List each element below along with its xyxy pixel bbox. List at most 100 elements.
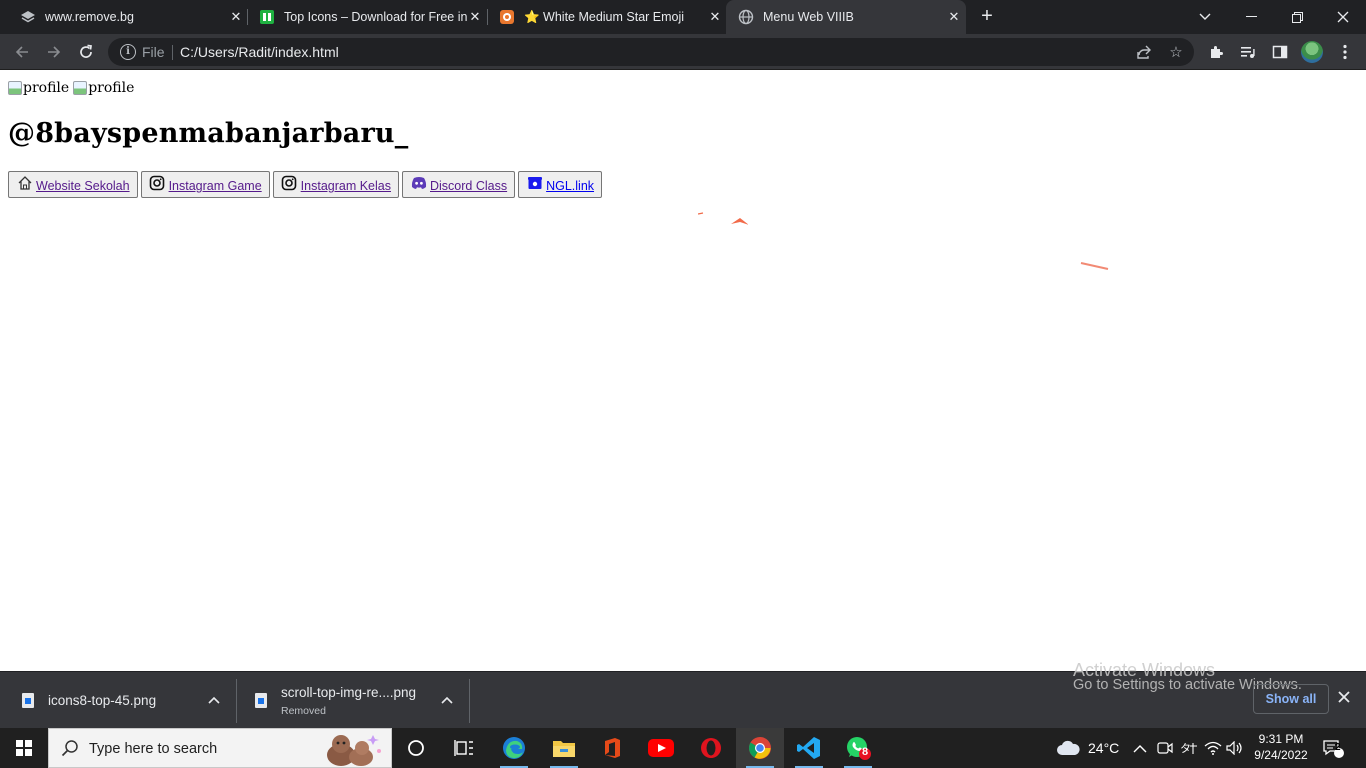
bookmark-star-icon[interactable]: ☆: [1167, 43, 1185, 61]
task-view-icon[interactable]: [440, 728, 488, 768]
office-icon[interactable]: [588, 728, 636, 768]
instagram-game-button[interactable]: Instagram Game: [140, 171, 270, 198]
tab-icons8[interactable]: Top Icons – Download for Free in ✕: [247, 0, 487, 34]
close-shelf-icon[interactable]: [1338, 688, 1350, 708]
download-item[interactable]: scroll-top-img-re....png Removed: [255, 672, 469, 729]
side-panel-icon[interactable]: [1269, 41, 1291, 63]
broken-image-icon: [8, 81, 22, 95]
windows-taskbar: Type here to search 8 24°C タ 9:31 PM 9/2…: [0, 728, 1366, 768]
cloud-icon: [1057, 740, 1080, 755]
site-info-icon[interactable]: i: [120, 44, 136, 60]
show-all-button[interactable]: Show all: [1253, 684, 1329, 714]
omnibox-divider: [172, 45, 173, 60]
falling-star-decoration: [698, 212, 748, 225]
svg-text:タ: タ: [1180, 742, 1191, 755]
whatsapp-badge: 8: [862, 746, 869, 758]
start-button[interactable]: [0, 728, 48, 768]
instagram-kelas-button[interactable]: Instagram Kelas: [272, 171, 399, 198]
shelf-divider: [236, 679, 237, 723]
chevron-up-icon[interactable]: [208, 692, 220, 707]
restore-button[interactable]: [1274, 0, 1320, 34]
back-button[interactable]: [10, 40, 34, 64]
profile-image: profile: [8, 80, 69, 96]
profile-avatar[interactable]: [1301, 41, 1323, 63]
cortana-icon[interactable]: [392, 728, 440, 768]
media-queue-icon[interactable]: [1237, 41, 1259, 63]
tab-emojipedia[interactable]: ⭐ White Medium Star Emoji ✕: [487, 0, 727, 34]
link-label[interactable]: Website Sekolah: [36, 179, 130, 193]
shelf-divider: [469, 679, 470, 723]
falling-star-decoration: [1080, 262, 1109, 270]
forward-button[interactable]: [42, 40, 66, 64]
tab-remove-bg[interactable]: www.remove.bg ✕: [8, 0, 248, 34]
clock-date: 9/24/2022: [1254, 748, 1308, 762]
layers-icon: [20, 9, 36, 25]
url-text[interactable]: C:/Users/Radit/index.html: [180, 44, 339, 60]
youtube-icon[interactable]: [637, 728, 685, 768]
tab-title: www.remove.bg: [45, 10, 134, 24]
hidden-icons-chevron-icon[interactable]: [1133, 728, 1147, 768]
profile-images: profile profile: [8, 80, 134, 96]
discord-class-button[interactable]: Discord Class: [402, 171, 516, 198]
weather-widget[interactable]: 24°C: [1056, 728, 1119, 768]
new-tab-button[interactable]: +: [977, 6, 997, 27]
profile-image-alt: profile: [23, 80, 70, 96]
meet-now-icon[interactable]: [1157, 728, 1173, 768]
notification-center-icon[interactable]: 2: [1322, 728, 1344, 768]
chrome-menu-icon[interactable]: [1334, 41, 1356, 63]
ngl-link-button[interactable]: NGL.link: [518, 171, 603, 198]
download-info: scroll-top-img-re....png Removed: [281, 685, 416, 717]
download-item[interactable]: icons8-top-45.png: [22, 672, 236, 729]
browser-toolbar: i File C:/Users/Radit/index.html ☆: [0, 34, 1366, 70]
icons8-icon: [259, 9, 275, 25]
website-sekolah-button[interactable]: Website Sekolah: [8, 171, 138, 198]
file-explorer-icon[interactable]: [540, 728, 588, 768]
vscode-icon[interactable]: [785, 728, 833, 768]
minimize-button[interactable]: [1228, 0, 1274, 34]
download-status: Removed: [281, 704, 326, 717]
share-icon[interactable]: [1135, 43, 1153, 61]
wifi-icon[interactable]: [1204, 728, 1222, 768]
web-page: profile profile @8bayspenmabanjarbaru_ W…: [0, 71, 1366, 671]
tab-menu-web[interactable]: Menu Web VIIIB ✕: [726, 0, 966, 34]
notification-count: 2: [1335, 742, 1341, 753]
address-bar[interactable]: i File C:/Users/Radit/index.html ☆: [108, 38, 1194, 66]
close-tab-icon[interactable]: ✕: [467, 9, 483, 25]
extensions-puzzle-icon[interactable]: [1205, 41, 1227, 63]
input-method-icon[interactable]: タ: [1180, 728, 1198, 768]
chevron-up-icon[interactable]: [441, 692, 453, 707]
link-label[interactable]: NGL.link: [546, 179, 594, 193]
weather-temp: 24°C: [1088, 740, 1120, 756]
globe-icon: [738, 9, 754, 25]
search-highlight-illustration: [327, 735, 381, 766]
close-tab-icon[interactable]: ✕: [707, 9, 723, 25]
tab-search-icon[interactable]: [1182, 0, 1228, 34]
volume-icon[interactable]: [1226, 728, 1244, 768]
broken-image-icon: [73, 81, 88, 95]
link-label[interactable]: Discord Class: [430, 179, 507, 193]
profile-image-alt: profile: [88, 80, 135, 96]
link-label[interactable]: Instagram Kelas: [301, 179, 391, 193]
image-file-icon: [255, 693, 267, 708]
page-title: @8bayspenmabanjarbaru_: [8, 118, 409, 149]
link-buttons: Website Sekolah Instagram Game Instagram…: [8, 171, 603, 198]
chrome-icon[interactable]: [736, 728, 784, 768]
opera-icon[interactable]: [687, 728, 735, 768]
close-tab-icon[interactable]: ✕: [228, 9, 244, 25]
system-clock[interactable]: 9:31 PM 9/24/2022: [1248, 731, 1314, 763]
scheme-label: File: [142, 44, 165, 60]
image-file-icon: [22, 693, 34, 708]
reload-button[interactable]: [74, 40, 98, 64]
emojipedia-icon: [499, 9, 515, 25]
instagram-icon: [281, 174, 298, 191]
link-label[interactable]: Instagram Game: [169, 179, 262, 193]
whatsapp-icon[interactable]: 8: [834, 728, 882, 768]
close-tab-icon[interactable]: ✕: [946, 9, 962, 25]
tab-title: Menu Web VIIIB: [763, 10, 854, 24]
download-filename: icons8-top-45.png: [48, 693, 157, 708]
taskbar-search-box[interactable]: Type here to search: [48, 728, 392, 768]
edge-icon[interactable]: [490, 728, 538, 768]
ngl-box-icon: [526, 174, 543, 191]
close-window-button[interactable]: [1320, 0, 1366, 34]
profile-image: profile: [73, 80, 134, 96]
